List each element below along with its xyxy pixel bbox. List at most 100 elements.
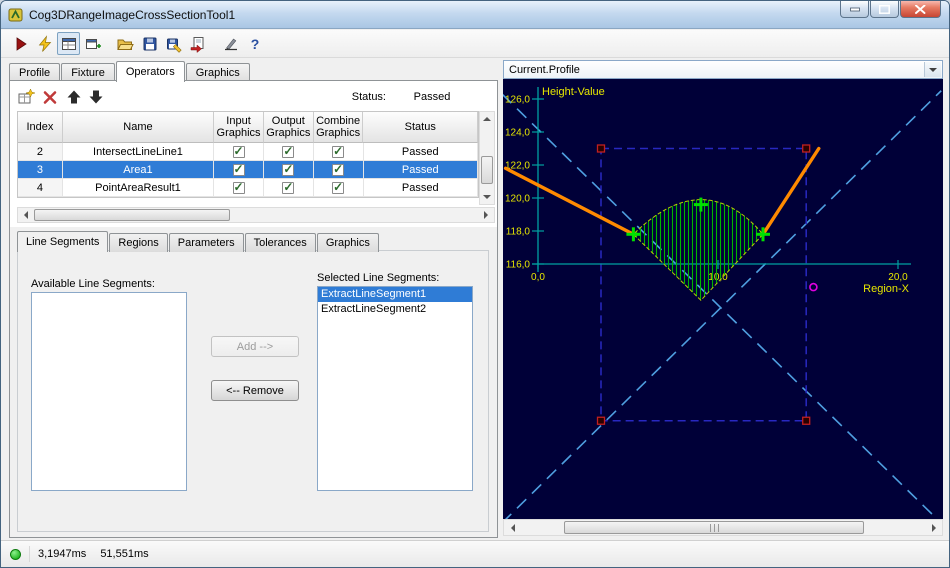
output-graphics-cell xyxy=(263,179,314,197)
svg-text:116,0: 116,0 xyxy=(506,260,531,271)
table-vertical-scrollbar[interactable] xyxy=(479,111,495,205)
scroll-thumb[interactable] xyxy=(564,521,864,534)
scroll-right-icon[interactable] xyxy=(926,520,942,535)
scroll-right-icon[interactable] xyxy=(479,208,494,222)
main-tabs: Profile Fixture Operators Graphics xyxy=(9,61,251,82)
available-segments-list[interactable] xyxy=(31,292,187,491)
input-graphics-checkbox[interactable] xyxy=(232,180,245,194)
combine-graphics-cell xyxy=(313,179,364,197)
list-item[interactable]: ExtractLineSegment1 xyxy=(318,287,472,302)
chevron-down-icon[interactable] xyxy=(924,62,941,77)
move-down-icon[interactable] xyxy=(85,86,106,107)
svg-text:0,0: 0,0 xyxy=(531,272,545,283)
save-icon[interactable] xyxy=(138,32,161,55)
col-input-graphics[interactable]: Input Graphics xyxy=(214,112,264,143)
subtab-graphics[interactable]: Graphics xyxy=(316,233,379,252)
row-name-cell: IntersectLineLine1 xyxy=(62,143,215,161)
available-segments-label: Available Line Segments: xyxy=(31,278,155,290)
table-row[interactable]: 3Area1 Passed xyxy=(18,161,478,179)
svg-text:20,0: 20,0 xyxy=(888,272,908,283)
electric-run-icon[interactable] xyxy=(33,32,56,55)
subtab-tolerances[interactable]: Tolerances xyxy=(244,233,316,252)
remove-button[interactable]: <-- Remove xyxy=(211,380,299,401)
selected-segments-list[interactable]: ExtractLineSegment1 ExtractLineSegment2 xyxy=(317,286,473,491)
input-graphics-cell xyxy=(214,179,264,197)
status-bar: 3,1947ms 51,551ms xyxy=(1,540,949,567)
subtab-regions[interactable]: Regions xyxy=(109,233,168,252)
graph-horizontal-scrollbar[interactable] xyxy=(503,519,943,536)
tab-operators[interactable]: Operators xyxy=(115,61,185,82)
row-status-cell: Passed xyxy=(363,161,478,179)
profile-display[interactable]: 126,0124,0122,0120,0118,0116,00,010,020,… xyxy=(501,79,943,524)
help-icon[interactable]: ? xyxy=(243,32,266,55)
save-as-icon[interactable] xyxy=(162,32,185,55)
minimize-button[interactable] xyxy=(840,1,869,18)
close-button[interactable] xyxy=(900,1,941,18)
open-icon[interactable] xyxy=(114,32,137,55)
col-status[interactable]: Status xyxy=(363,112,478,143)
output-graphics-checkbox[interactable] xyxy=(282,144,295,158)
row-index-cell: 3 xyxy=(18,161,63,179)
scroll-thumb[interactable] xyxy=(481,156,493,184)
scroll-thumb[interactable] xyxy=(34,209,230,221)
table-row[interactable]: 4PointAreaResult1 Passed xyxy=(18,179,478,197)
row-index-cell: 2 xyxy=(18,143,63,161)
output-graphics-checkbox[interactable] xyxy=(282,180,295,194)
subtab-line-segments[interactable]: Line Segments xyxy=(17,231,109,252)
selected-segments-label: Selected Line Segments: xyxy=(317,272,440,284)
input-graphics-checkbox[interactable] xyxy=(232,144,245,158)
delete-operator-icon[interactable] xyxy=(39,86,60,107)
col-output-graphics[interactable]: Output Graphics xyxy=(263,112,314,143)
combine-graphics-cell xyxy=(313,161,364,179)
list-item[interactable]: ExtractLineSegment2 xyxy=(318,302,472,317)
tool-display-icon[interactable] xyxy=(57,32,80,55)
new-operator-icon[interactable] xyxy=(15,86,36,107)
app-window: Cog3DRangeImageCrossSectionTool1 ? Profi… xyxy=(0,0,950,568)
scroll-left-icon[interactable] xyxy=(504,520,520,535)
row-name-cell: PointAreaResult1 xyxy=(62,179,215,197)
input-graphics-cell xyxy=(214,161,264,179)
svg-text:Height-Value: Height-Value xyxy=(542,86,605,98)
combine-graphics-checkbox[interactable] xyxy=(332,144,345,158)
titlebar[interactable]: Cog3DRangeImageCrossSectionTool1 xyxy=(1,1,949,29)
scroll-up-icon[interactable] xyxy=(480,112,494,125)
app-icon xyxy=(8,7,24,23)
table-row[interactable]: 2IntersectLineLine1 Passed xyxy=(18,143,478,161)
profile-plot: 126,0124,0122,0120,0118,0116,00,010,020,… xyxy=(501,86,942,524)
move-up-icon[interactable] xyxy=(63,86,84,107)
col-index[interactable]: Index xyxy=(18,112,63,143)
subtab-parameters[interactable]: Parameters xyxy=(168,233,244,252)
window-title: Cog3DRangeImageCrossSectionTool1 xyxy=(29,8,236,22)
import-icon[interactable] xyxy=(186,32,209,55)
scroll-left-icon[interactable] xyxy=(18,208,33,222)
total-time: 51,551ms xyxy=(100,548,149,560)
display-source-combo[interactable]: Current.Profile xyxy=(503,60,943,79)
svg-text:?: ? xyxy=(250,36,259,52)
maximize-button[interactable] xyxy=(870,1,899,18)
scroll-down-icon[interactable] xyxy=(480,191,494,204)
svg-text:120,0: 120,0 xyxy=(505,194,530,205)
svg-text:126,0: 126,0 xyxy=(505,95,530,106)
col-name[interactable]: Name xyxy=(62,112,215,143)
combine-graphics-checkbox[interactable] xyxy=(332,162,345,176)
table-body: 2IntersectLineLine1Passed3Area1Passed4Po… xyxy=(18,143,478,197)
table-horizontal-scrollbar[interactable] xyxy=(17,207,495,223)
output-graphics-cell xyxy=(263,143,314,161)
operator-subtabs: Line Segments Regions Parameters Toleran… xyxy=(17,231,380,252)
output-graphics-cell xyxy=(263,161,314,179)
status-value: Passed xyxy=(413,91,451,103)
col-combine-graphics[interactable]: Combine Graphics xyxy=(313,112,364,143)
tool-window-icon[interactable] xyxy=(81,32,104,55)
run-icon[interactable] xyxy=(9,32,32,55)
combine-graphics-checkbox[interactable] xyxy=(332,180,345,194)
svg-text:124,0: 124,0 xyxy=(505,128,530,139)
signature-icon[interactable] xyxy=(219,32,242,55)
input-graphics-checkbox[interactable] xyxy=(232,162,245,176)
output-graphics-checkbox[interactable] xyxy=(282,162,295,176)
main-toolbar: ? xyxy=(1,30,949,58)
row-index-cell: 4 xyxy=(18,179,63,197)
svg-text:Region-X: Region-X xyxy=(863,283,910,295)
table-header: Index Name Input Graphics Output Graphic… xyxy=(18,112,478,143)
add-button[interactable]: Add --> xyxy=(211,336,299,357)
svg-text:118,0: 118,0 xyxy=(506,227,531,238)
